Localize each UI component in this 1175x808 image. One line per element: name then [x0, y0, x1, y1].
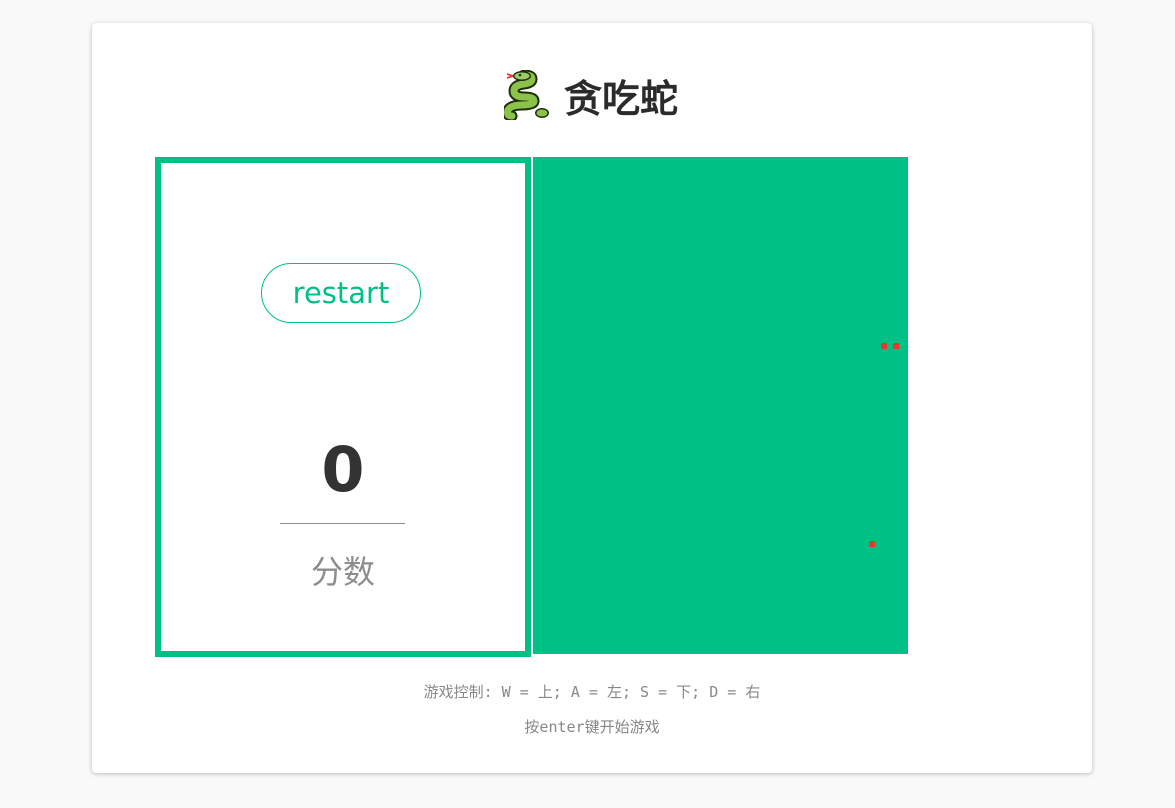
controls-hint: 游戏控制: W = 上; A = 左; S = 下; D = 右 — [423, 683, 761, 701]
food-cell — [893, 343, 899, 349]
game-board[interactable] — [533, 157, 908, 654]
page-title: 贪吃蛇 — [504, 67, 678, 123]
snake-icon — [504, 70, 550, 120]
food-cell — [881, 343, 887, 349]
score-panel: restart 0 分数 — [155, 157, 531, 657]
title-text: 贪吃蛇 — [564, 76, 679, 121]
score-value: 0 — [321, 433, 365, 506]
game-card: 贪吃蛇 restart 0 分数 游戏控制: W = 上; A = 左; S =… — [92, 23, 1092, 773]
start-hint: 按enter键开始游戏 — [524, 718, 660, 736]
restart-button[interactable]: restart — [261, 263, 421, 323]
score-divider — [280, 523, 405, 524]
food-cell — [869, 541, 875, 547]
score-label: 分数 — [310, 553, 375, 591]
